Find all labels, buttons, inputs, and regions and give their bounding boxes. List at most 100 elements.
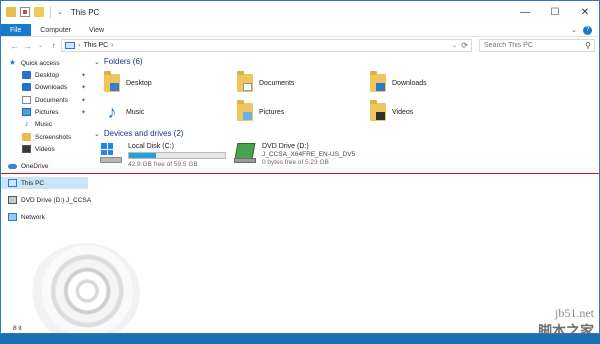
breadcrumb-separator[interactable]: ›	[78, 42, 80, 49]
expand-ribbon-chevron-icon[interactable]: ⌄	[571, 26, 577, 34]
nav-item-documents[interactable]: Documents ✦	[0, 94, 92, 106]
breadcrumb-this-pc[interactable]: This PC	[83, 42, 108, 49]
up-button[interactable]: ↑	[47, 41, 60, 50]
drives-group-header[interactable]: ⌄ Devices and drives (2)	[94, 129, 183, 138]
chevron-down-icon[interactable]: ⌄	[94, 58, 100, 66]
folder-label: Pictures	[259, 108, 285, 116]
search-input[interactable]	[484, 42, 580, 49]
maximize-button[interactable]: ☐	[540, 0, 570, 24]
pin-icon[interactable]: ✦	[81, 84, 86, 91]
nav-item-pictures[interactable]: Pictures ✦	[0, 106, 92, 118]
search-icon[interactable]: ⚲	[585, 41, 591, 50]
pictures-icon	[22, 108, 31, 116]
dvd-drive-icon	[234, 143, 256, 163]
ribbon-tabs: File Computer View ⌄ ?	[0, 24, 600, 37]
status-bar: 8 it	[0, 322, 600, 334]
nav-label: Screenshots	[35, 133, 72, 141]
desktop-folder-icon	[104, 71, 120, 92]
star-icon: ★	[8, 58, 17, 67]
drive-name: DVD Drive (D:)	[262, 143, 309, 150]
nav-item-network[interactable]: Network	[0, 211, 92, 223]
folder-tile-pictures[interactable]: Pictures	[237, 100, 285, 121]
pin-icon[interactable]: ✦	[81, 109, 86, 116]
breadcrumb-separator[interactable]: ›	[111, 42, 113, 49]
nav-item-this-pc[interactable]: This PC	[0, 177, 88, 189]
videos-icon	[22, 145, 31, 153]
documents-icon	[22, 96, 31, 104]
nav-item-screenshots[interactable]: Screenshots	[0, 131, 92, 143]
help-icon[interactable]: ?	[583, 25, 592, 35]
drive-tile-local-disk[interactable]: Local Disk (C:) 42.9 GB free of 59.5 GB	[100, 143, 226, 168]
chevron-down-icon[interactable]: ⌄	[94, 130, 100, 138]
drive-tile-dvd[interactable]: DVD Drive (D:) J_CCSA_X64FRE_EN-US_DV5 0…	[234, 143, 355, 166]
drive-free-space: 42.9 GB free of 59.5 GB	[128, 161, 198, 168]
nav-item-downloads[interactable]: Downloads ✦	[0, 81, 92, 93]
drive-name: Local Disk (C:)	[128, 143, 174, 150]
folder-tile-documents[interactable]: Documents	[237, 71, 295, 92]
new-folder-icon[interactable]	[34, 7, 44, 17]
nav-label: Quick access	[21, 59, 60, 67]
music-folder-icon: ♪	[107, 102, 117, 122]
folder-tile-videos[interactable]: Videos	[370, 100, 414, 121]
customize-toolbar-chevron-icon[interactable]: ⌄	[57, 8, 63, 16]
group-title: Folders (6)	[103, 57, 143, 66]
nav-label: Videos	[35, 145, 55, 153]
tab-computer[interactable]: Computer	[31, 24, 80, 36]
back-button[interactable]: ←	[8, 41, 21, 51]
drive-volume-label: J_CCSA_X64FRE_EN-US_DV5	[262, 151, 356, 158]
close-button[interactable]: ✕	[570, 0, 600, 24]
address-dropdown-chevron-icon[interactable]: ⌄	[452, 42, 457, 49]
folder-tile-downloads[interactable]: Downloads	[370, 71, 427, 92]
pin-icon[interactable]: ✦	[81, 97, 86, 104]
nav-label: Documents	[35, 96, 68, 104]
nav-item-music[interactable]: ♪ Music	[0, 118, 92, 130]
nav-label: Desktop	[35, 71, 59, 79]
group-title: Devices and drives (2)	[103, 129, 184, 138]
nav-quick-access[interactable]: ★ Quick access	[0, 57, 92, 69]
folder-tile-music[interactable]: ♪ Music	[104, 102, 145, 122]
annotation-line	[0, 173, 600, 174]
nav-label: Network	[21, 213, 45, 221]
videos-folder-icon	[370, 100, 386, 121]
taskbar-strip	[0, 334, 600, 344]
folder-label: Desktop	[126, 79, 152, 87]
folder-label: Music	[126, 108, 145, 116]
computer-icon	[8, 179, 17, 187]
drive-free-space: 0 bytes free of 5.23 GB	[262, 159, 329, 166]
address-row: ← → ⌄ ↑ › This PC › ⌄ ⟳ ⚲	[0, 37, 600, 54]
folders-group-header[interactable]: ⌄ Folders (6)	[94, 57, 143, 66]
nav-label: DVD Drive (D:) J_CCSA	[21, 196, 92, 204]
tab-view[interactable]: View	[80, 24, 113, 36]
file-explorer-window: ⌄ This PC — ☐ ✕ File Computer View ⌄ ? ←…	[0, 0, 600, 344]
toolbar-divider	[50, 6, 51, 18]
minimize-button[interactable]: —	[510, 0, 540, 24]
window-title: This PC	[70, 7, 100, 17]
content-pane: ⌄ Folders (6) Desktop Documents Download…	[92, 54, 600, 334]
nav-label: OneDrive	[21, 162, 49, 170]
refresh-icon[interactable]: ⟳	[461, 41, 468, 50]
music-icon: ♪	[24, 119, 29, 128]
folder-label: Videos	[392, 108, 414, 116]
downloads-icon	[22, 83, 31, 91]
nav-item-videos[interactable]: Videos	[0, 143, 92, 155]
folder-tile-desktop[interactable]: Desktop	[104, 71, 152, 92]
folder-label: Documents	[259, 79, 295, 87]
recent-locations-chevron-icon[interactable]: ⌄	[34, 42, 47, 49]
drive-usage-bar	[128, 152, 226, 159]
address-bar[interactable]: › This PC › ⌄ ⟳	[61, 39, 472, 52]
folder-label: Downloads	[392, 79, 427, 87]
nav-item-dvd-drive[interactable]: DVD Drive (D:) J_CCSA	[0, 194, 92, 206]
folder-icon[interactable]	[6, 7, 16, 17]
forward-button[interactable]: →	[21, 41, 34, 51]
nav-item-onedrive[interactable]: OneDrive	[0, 160, 92, 172]
pictures-folder-icon	[237, 100, 253, 121]
nav-label: This PC	[21, 179, 45, 187]
tab-file[interactable]: File	[0, 24, 32, 36]
search-box[interactable]: ⚲	[479, 39, 595, 52]
nav-item-desktop[interactable]: Desktop ✦	[0, 69, 92, 81]
pin-icon[interactable]: ✦	[81, 72, 86, 79]
watermark-site: jb51.net	[555, 306, 594, 320]
cloud-icon	[8, 163, 17, 169]
this-pc-icon	[65, 42, 75, 49]
properties-icon[interactable]	[20, 7, 30, 17]
